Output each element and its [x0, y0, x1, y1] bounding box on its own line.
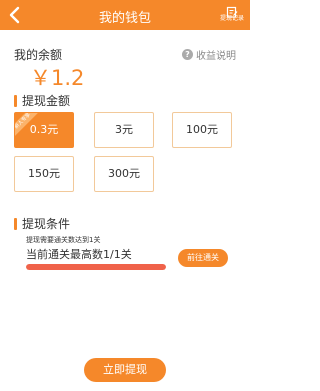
condition-requirement: 提现需要通关数达到1关	[26, 236, 101, 244]
withdraw-now-button[interactable]: 立即提现	[84, 358, 166, 382]
amount-option-label: 300元	[108, 167, 140, 180]
earnings-info-label: 收益说明	[196, 51, 236, 62]
withdraw-amount-heading: 提现金额	[14, 92, 70, 109]
edit-document-icon	[226, 3, 238, 18]
balance-value: ￥1.2	[30, 66, 85, 90]
withdraw-amount-title: 提现金额	[22, 94, 71, 108]
condition-progress-fill	[26, 264, 166, 270]
page-title: 我的钱包	[98, 11, 151, 26]
amount-option-150[interactable]: 150元	[14, 156, 74, 192]
amount-option-label: 100元	[186, 123, 218, 136]
withdraw-conditions-heading: 提现条件	[14, 215, 70, 232]
earnings-info-link[interactable]: ? 收益说明	[182, 47, 236, 62]
question-icon: ?	[182, 49, 193, 60]
header-bar: 我的钱包 提现记录	[0, 0, 250, 30]
withdraw-record-button[interactable]: 提现记录	[218, 3, 246, 27]
withdraw-record-label: 提现记录	[219, 15, 244, 22]
condition-progress-bar	[26, 264, 166, 270]
amount-option-label: 3元	[115, 123, 133, 136]
amount-option-300[interactable]: 300元	[94, 156, 154, 192]
withdraw-conditions-title: 提现条件	[22, 217, 71, 231]
amount-option-label: 0.3元	[29, 123, 59, 136]
section-marker	[14, 217, 17, 230]
amount-option-label: 150元	[28, 167, 60, 180]
balance-label: 我的余额	[14, 48, 63, 62]
section-marker	[14, 94, 17, 107]
condition-current-status: 当前通关最高数1/1关	[26, 248, 132, 261]
go-play-button[interactable]: 前往通关	[178, 249, 228, 267]
amount-option-0-3[interactable]: 新人专享 0.3元	[14, 112, 74, 148]
amount-option-100[interactable]: 100元	[172, 112, 232, 148]
amount-option-3[interactable]: 3元	[94, 112, 154, 148]
